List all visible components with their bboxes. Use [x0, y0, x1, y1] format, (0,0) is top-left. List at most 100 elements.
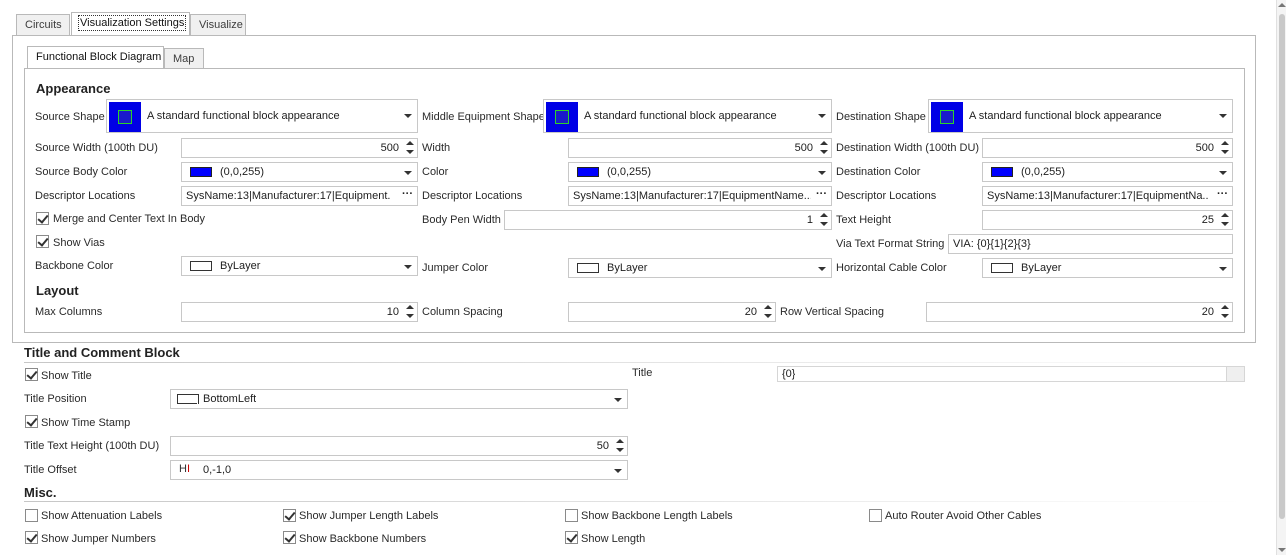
text-height-stepper[interactable]: 25	[982, 210, 1233, 230]
column-spacing-label: Column Spacing	[422, 306, 503, 318]
spin-arrows-icon[interactable]	[615, 438, 625, 454]
ellipsis-button[interactable]: ···	[402, 188, 413, 200]
show-title-checkbox[interactable]	[25, 368, 38, 381]
destination-width-stepper[interactable]: 500	[982, 138, 1233, 158]
spin-arrows-icon[interactable]	[1220, 140, 1230, 156]
source-shape-value: A standard functional block appearance	[147, 110, 340, 122]
spin-arrows-icon[interactable]	[819, 140, 829, 156]
color-swatch	[577, 167, 599, 177]
destination-color-select[interactable]: (0,0,255)	[982, 162, 1233, 182]
destination-shape-select[interactable]: A standard functional block appearance	[928, 99, 1233, 133]
show-backbone-length-labels-label: Show Backbone Length Labels	[581, 510, 733, 522]
max-columns-stepper[interactable]: 10	[181, 302, 418, 322]
max-columns-value: 10	[386, 306, 399, 318]
color-label: Color	[422, 166, 449, 178]
title-text-height-stepper[interactable]: 50	[170, 436, 628, 456]
show-title-label: Show Title	[41, 370, 92, 382]
section-divider	[24, 362, 1244, 363]
source-width-value: 500	[380, 142, 399, 154]
spin-arrows-icon[interactable]	[763, 304, 773, 320]
max-columns-label: Max Columns	[35, 306, 103, 318]
destination-width-value: 500	[1195, 142, 1214, 154]
show-time-stamp-label: Show Time Stamp	[41, 417, 131, 429]
vertical-scrollbar[interactable]	[1276, 0, 1286, 555]
spin-arrows-icon[interactable]	[1220, 304, 1230, 320]
tab-visualization-settings[interactable]: Visualization Settings	[71, 12, 190, 35]
show-attenuation-labels-checkbox[interactable]	[25, 509, 38, 522]
bylayer-swatch-icon	[577, 263, 599, 273]
ellipsis-button[interactable]: ···	[1217, 188, 1228, 200]
scroll-down-icon[interactable]	[1278, 548, 1286, 552]
show-vias-checkbox[interactable]	[36, 235, 49, 248]
merge-center-checkbox[interactable]	[36, 212, 49, 225]
horizontal-cable-color-select[interactable]: ByLayer	[982, 258, 1233, 278]
tab-visualization-settings-label: Visualization Settings	[77, 15, 187, 31]
via-text-format-input[interactable]: VIA: {0}{1}{2}{3}	[948, 234, 1233, 254]
width-value: 500	[794, 142, 813, 154]
jumper-color-value: ByLayer	[607, 262, 648, 274]
title-offset-select[interactable]: HI 0,-1,0	[170, 460, 628, 480]
chevron-down-icon	[1219, 114, 1227, 118]
source-width-stepper[interactable]: 500	[181, 138, 418, 158]
scroll-up-icon[interactable]	[1278, 3, 1286, 7]
source-width-label: Source Width (100th DU)	[35, 142, 158, 154]
via-text-format-label: Via Text Format String	[836, 238, 945, 250]
body-pen-width-stepper[interactable]: 1	[504, 210, 832, 230]
descriptor-locations-label: Descriptor Locations	[422, 190, 523, 202]
layout-header: Layout	[36, 283, 79, 298]
backbone-color-select[interactable]: ByLayer	[181, 256, 418, 276]
title-offset-label: Title Offset	[24, 464, 77, 476]
spin-arrows-icon[interactable]	[819, 212, 829, 228]
tab-map[interactable]: Map	[164, 48, 204, 69]
descriptor-locations-label: Descriptor Locations	[35, 190, 136, 202]
destination-color-value: (0,0,255)	[1021, 166, 1066, 178]
spin-arrows-icon[interactable]	[405, 140, 415, 156]
source-shape-select[interactable]: A standard functional block appearance	[106, 99, 418, 133]
source-body-color-select[interactable]: (0,0,255)	[181, 162, 418, 182]
show-backbone-length-labels-checkbox[interactable]	[565, 509, 578, 522]
tab-circuits[interactable]: Circuits	[16, 14, 70, 35]
chevron-down-icon	[404, 114, 412, 118]
show-jumper-numbers-checkbox[interactable]	[25, 531, 38, 544]
row-vertical-spacing-stepper[interactable]: 20	[926, 302, 1233, 322]
title-label: Title	[632, 367, 653, 379]
tab-functional-block-diagram[interactable]: Functional Block Diagram	[27, 46, 164, 69]
descriptor-locations-value: SysName:13|Manufacturer:17|EquipmentNa..…	[987, 190, 1209, 202]
chevron-down-icon	[818, 114, 826, 118]
show-jumper-length-labels-label: Show Jumper Length Labels	[299, 510, 439, 522]
auto-router-avoid-label: Auto Router Avoid Other Cables	[885, 510, 1042, 522]
column-spacing-stepper[interactable]: 20	[568, 302, 776, 322]
auto-router-avoid-checkbox[interactable]	[869, 509, 882, 522]
appearance-header: Appearance	[36, 81, 111, 96]
offset-icon: HI	[179, 463, 191, 475]
middle-equipment-shape-select[interactable]: A standard functional block appearance	[543, 99, 832, 133]
show-backbone-numbers-checkbox[interactable]	[283, 531, 296, 544]
title-position-select[interactable]: BottomLeft	[170, 389, 628, 409]
bylayer-swatch-icon	[991, 263, 1013, 273]
descriptor-locations-label: Descriptor Locations	[836, 190, 937, 202]
descriptor-locations-field[interactable]: SysName:13|Manufacturer:17|EquipmentName…	[568, 186, 832, 206]
descriptor-locations-field[interactable]: SysName:13|Manufacturer:17|Equipment... …	[181, 186, 418, 206]
tab-visualize[interactable]: Visualize	[190, 14, 246, 35]
show-time-stamp-checkbox[interactable]	[25, 415, 38, 428]
spin-arrows-icon[interactable]	[405, 304, 415, 320]
destination-width-label: Destination Width (100th DU)	[836, 142, 980, 154]
horizontal-cable-color-value: ByLayer	[1021, 262, 1062, 274]
source-body-color-label: Source Body Color	[35, 166, 128, 178]
chevron-down-icon	[614, 469, 622, 473]
show-jumper-numbers-label: Show Jumper Numbers	[41, 533, 156, 545]
horizontal-cable-color-label: Horizontal Cable Color	[836, 262, 947, 274]
tab-functional-block-diagram-label: Functional Block Diagram	[36, 51, 162, 63]
show-jumper-length-labels-checkbox[interactable]	[283, 509, 296, 522]
show-length-checkbox[interactable]	[565, 531, 578, 544]
ellipsis-button[interactable]: ···	[816, 188, 827, 200]
scrollbar-thumb[interactable]	[1279, 14, 1285, 519]
descriptor-locations-field[interactable]: SysName:13|Manufacturer:17|EquipmentNa..…	[982, 186, 1233, 206]
color-select[interactable]: (0,0,255)	[568, 162, 832, 182]
backbone-color-label: Backbone Color	[35, 260, 114, 272]
jumper-color-select[interactable]: ByLayer	[568, 258, 832, 278]
title-input[interactable]: {0}	[777, 366, 1245, 382]
spin-arrows-icon[interactable]	[1220, 212, 1230, 228]
descriptor-locations-value: SysName:13|Manufacturer:17|EquipmentName…	[573, 190, 811, 202]
width-stepper[interactable]: 500	[568, 138, 832, 158]
